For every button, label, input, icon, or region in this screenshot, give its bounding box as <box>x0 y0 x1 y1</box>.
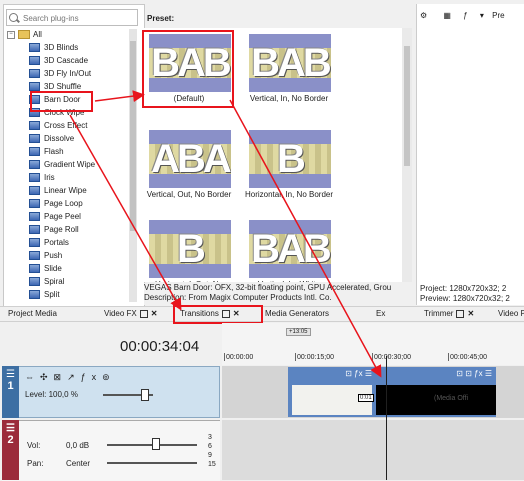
annotation-arrows <box>69 90 382 378</box>
arrow-1 <box>94 90 145 103</box>
arrow-2 <box>69 114 182 311</box>
arrow-3 <box>229 99 382 378</box>
